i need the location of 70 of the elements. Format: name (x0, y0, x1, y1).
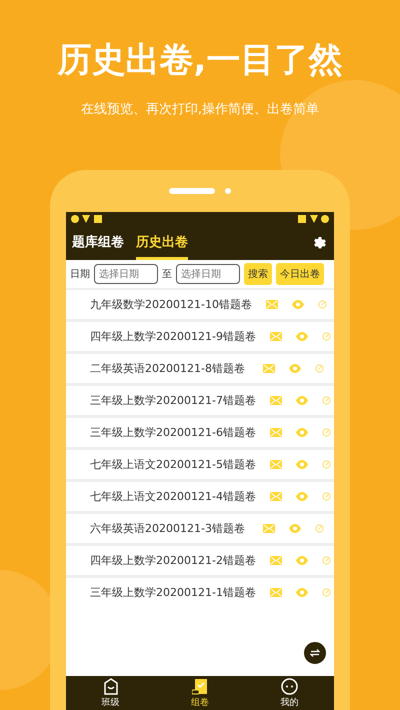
nav-tab[interactable]: 班级 (66, 676, 156, 710)
date-separator: 至 (162, 268, 172, 281)
swap-icon (310, 649, 320, 657)
paper-title: 七年级上语文20200121-5错题卷 (90, 457, 256, 472)
mail-icon[interactable] (270, 332, 282, 341)
paper-title: 六年级英语20200121-3错题卷 (90, 521, 246, 536)
edit-icon[interactable] (322, 332, 331, 341)
start-date-field[interactable]: 选择日期 (94, 264, 158, 284)
tab[interactable]: 题库组卷 (72, 226, 124, 260)
paper-row[interactable]: 七年级上语文20200121-5错题卷 (66, 450, 334, 479)
paper-row[interactable]: 三年级上数学20200121-1错题卷 (66, 578, 334, 607)
status-icons (70, 214, 104, 224)
eye-icon[interactable] (292, 300, 304, 309)
settings-icon[interactable] (312, 235, 328, 251)
subtitle: 在线预览、再次打印,操作简便、出卷简单 (80, 101, 320, 118)
edit-icon[interactable] (318, 300, 327, 309)
paper-row[interactable]: 六年级英语20200121-3错题卷 (66, 514, 334, 543)
eye-icon[interactable] (296, 556, 308, 565)
paper-row[interactable]: 四年级上数学20200121-9错题卷 (66, 322, 334, 351)
camera-icon (225, 188, 231, 194)
headline: 历史出卷,一目了然 (56, 39, 344, 82)
nav-tab[interactable]: 组卷 (155, 676, 245, 710)
mail-icon[interactable] (270, 492, 282, 501)
smiley-icon (280, 678, 298, 694)
edit-icon[interactable] (322, 556, 331, 565)
paper-title: 四年级上数学20200121-2错题卷 (90, 553, 256, 568)
edit-icon[interactable] (322, 428, 331, 437)
mail-icon[interactable] (263, 364, 275, 373)
bag-icon (102, 678, 119, 694)
mail-icon[interactable] (266, 300, 278, 309)
edit-icon[interactable] (315, 524, 324, 533)
paper-row[interactable]: 四年级上数学20200121-2错题卷 (66, 546, 334, 575)
paper-row[interactable]: 九年级数学20200121-10错题卷 (66, 290, 334, 319)
eye-icon[interactable] (296, 428, 308, 437)
mail-icon[interactable] (263, 524, 275, 533)
paper-row[interactable]: 三年级上数学20200121-7错题卷 (66, 386, 334, 415)
mail-icon[interactable] (270, 460, 282, 469)
mail-icon[interactable] (270, 588, 282, 597)
edit-icon[interactable] (322, 460, 331, 469)
eye-icon[interactable] (296, 588, 308, 597)
speaker-icon (169, 188, 215, 194)
paper-title: 三年级上数学20200121-7错题卷 (90, 393, 256, 408)
paper-row[interactable]: 二年级英语20200121-8错题卷 (66, 354, 334, 383)
search-button[interactable]: 搜索 (244, 263, 272, 285)
paper-title: 七年级上语文20200121-4错题卷 (90, 489, 256, 504)
eye-icon[interactable] (289, 364, 301, 373)
status-icons (296, 214, 330, 224)
paper-title: 三年级上数学20200121-1错题卷 (90, 585, 256, 600)
edit-icon[interactable] (322, 588, 331, 597)
edit-icon[interactable] (322, 492, 331, 501)
edit-icon[interactable] (315, 364, 324, 373)
mail-icon[interactable] (270, 428, 282, 437)
paper-title: 二年级英语20200121-8错题卷 (90, 361, 246, 376)
edit-icon[interactable] (322, 396, 331, 405)
paper-row[interactable]: 三年级上数学20200121-6错题卷 (66, 418, 334, 447)
eye-icon[interactable] (289, 524, 301, 533)
paper-title: 四年级上数学20200121-9错题卷 (90, 329, 256, 344)
nav-tab[interactable]: 我的 (244, 676, 334, 710)
paper-title: 三年级上数学20200121-6错题卷 (90, 425, 256, 440)
today-papers-button[interactable]: 今日出卷 (276, 263, 324, 285)
paper-row[interactable]: 七年级上语文20200121-4错题卷 (66, 482, 334, 511)
eye-icon[interactable] (296, 396, 308, 405)
eye-icon[interactable] (296, 460, 308, 469)
end-date-field[interactable]: 选择日期 (176, 264, 240, 284)
mail-icon[interactable] (270, 396, 282, 405)
mail-icon[interactable] (270, 556, 282, 565)
eye-icon[interactable] (296, 492, 308, 501)
eye-icon[interactable] (296, 332, 308, 341)
paper-title: 九年级数学20200121-10错题卷 (90, 297, 252, 312)
date-label: 日期 (70, 268, 90, 281)
